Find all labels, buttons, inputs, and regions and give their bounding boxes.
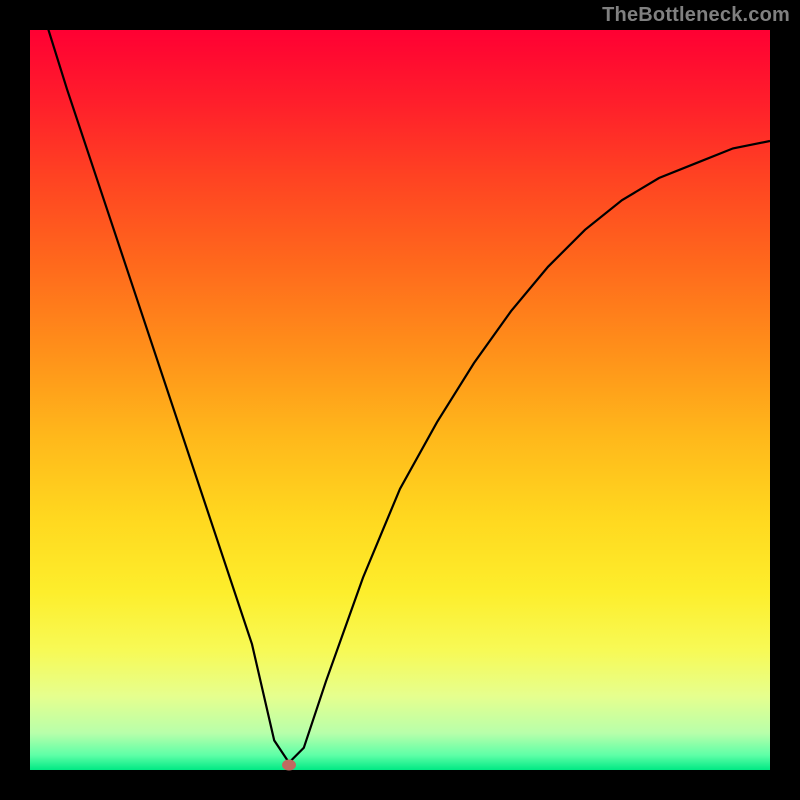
watermark-text: TheBottleneck.com	[602, 4, 790, 27]
plot-area	[30, 30, 770, 770]
optimum-marker	[282, 759, 296, 770]
bottleneck-curve	[30, 30, 770, 770]
chart-frame: TheBottleneck.com	[0, 0, 800, 800]
curve-path	[30, 30, 770, 763]
